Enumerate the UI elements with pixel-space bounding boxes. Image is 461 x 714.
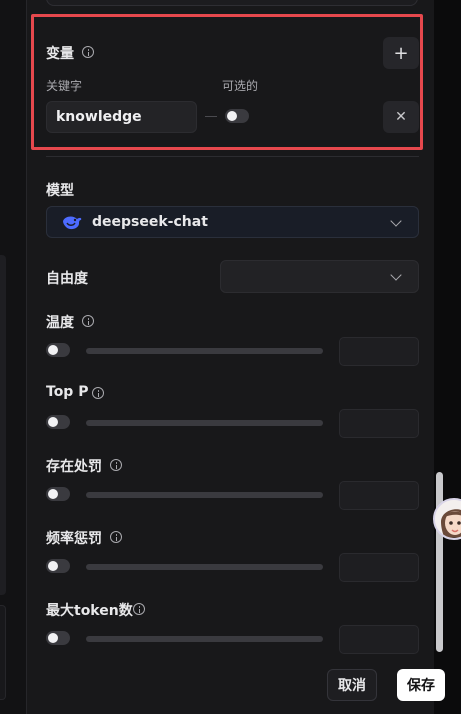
presence-penalty-slider[interactable]: [86, 492, 323, 498]
avatar-face-icon: [435, 500, 461, 538]
model-name: deepseek-chat: [92, 214, 208, 230]
temperature-slider[interactable]: [86, 348, 323, 354]
save-button[interactable]: 保存: [397, 669, 445, 701]
top-p-input[interactable]: [339, 409, 419, 438]
top-p-label: Top P: [46, 384, 89, 400]
toggle-knob: [48, 489, 58, 499]
frequency-penalty-toggle[interactable]: [46, 559, 70, 573]
presence-penalty-toggle[interactable]: [46, 487, 70, 501]
frequency-penalty-input[interactable]: [339, 553, 419, 582]
top-p-slider[interactable]: [86, 420, 323, 426]
max-tokens-toggle[interactable]: [46, 631, 70, 645]
info-icon: [82, 315, 94, 327]
freedom-select[interactable]: [220, 260, 419, 293]
background-card: [0, 255, 6, 595]
max-tokens-slider[interactable]: [86, 636, 323, 642]
temperature-toggle[interactable]: [46, 343, 70, 357]
chevron-down-icon: [390, 215, 402, 227]
temperature-input[interactable]: [339, 337, 419, 366]
freedom-label: 自由度: [46, 271, 88, 287]
info-icon: [92, 387, 104, 399]
top-p-toggle[interactable]: [46, 415, 70, 429]
previous-field-edge: [46, 0, 418, 6]
frequency-penalty-slider[interactable]: [86, 564, 323, 570]
background-card-lower: [0, 605, 6, 700]
info-icon: [133, 603, 145, 615]
deepseek-whale-icon: [63, 216, 82, 230]
max-tokens-label: 最大token数: [46, 603, 133, 619]
cancel-button[interactable]: 取消: [327, 669, 377, 701]
model-select[interactable]: deepseek-chat: [46, 206, 419, 238]
chevron-down-icon: [390, 269, 402, 281]
max-tokens-input[interactable]: [339, 625, 419, 654]
toggle-knob: [48, 345, 58, 355]
model-label: 模型: [46, 183, 74, 199]
frequency-penalty-label: 频率惩罚: [46, 531, 102, 547]
toggle-knob: [48, 417, 58, 427]
section-divider: [46, 156, 419, 157]
info-icon: [110, 531, 122, 543]
temperature-label: 温度: [46, 315, 74, 331]
highlight-box: [31, 14, 423, 150]
toggle-knob: [48, 561, 58, 571]
presence-penalty-input[interactable]: [339, 481, 419, 510]
info-icon: [110, 459, 122, 471]
background-page-edge: [0, 0, 27, 714]
toggle-knob: [48, 633, 58, 643]
presence-penalty-label: 存在处罚: [46, 459, 102, 475]
scrollbar-thumb[interactable]: [436, 472, 443, 652]
settings-screen: 变量 + 关键字 可选的 knowledge ✕ 模型 deepseek-cha…: [0, 0, 461, 714]
